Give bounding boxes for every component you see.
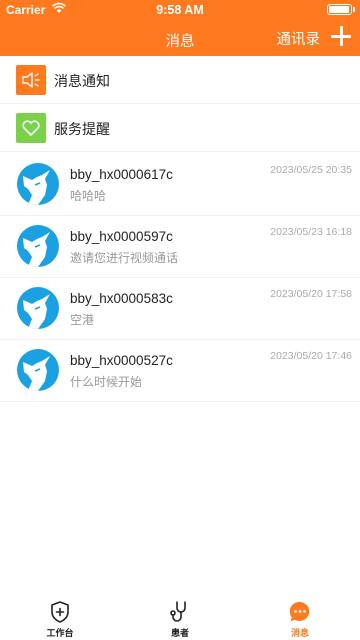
unicorn-icon (23, 170, 50, 205)
shield-plus-icon (51, 601, 69, 623)
chat-last-message: 邀请您进行视频通话 (70, 251, 179, 265)
avatar (17, 225, 59, 267)
heart-icon (16, 113, 46, 143)
chat-timestamp: 2023/05/20 17:58 (270, 288, 352, 300)
chat-name: bby_hx0000527c (70, 353, 173, 368)
chat-last-message: 空港 (70, 313, 95, 327)
chat-timestamp: 2023/05/23 16:18 (270, 226, 352, 238)
chat-list-item[interactable]: bby_hx0000583c 空港 2023/05/20 17:58 (0, 278, 360, 340)
chat-timestamp: 2023/05/20 17:46 (270, 350, 352, 362)
chat-name: bby_hx0000617c (70, 167, 173, 182)
tab-workbench[interactable]: 工作台 (0, 596, 120, 640)
chat-bubble-icon (289, 601, 310, 622)
add-icon[interactable] (331, 26, 351, 46)
chat-name: bby_hx0000597c (70, 229, 173, 244)
unicorn-icon (23, 232, 50, 267)
tab-patients[interactable]: 患者 (120, 596, 240, 640)
tab-label: 消息 (290, 629, 309, 639)
unicorn-icon (23, 294, 50, 329)
status-time: 9:58 AM (156, 3, 204, 17)
contacts-button[interactable]: 通讯录 (277, 28, 321, 49)
tab-messages[interactable]: 消息 (240, 596, 360, 640)
header-bar: Carrier 9:58 AM 消息 通讯录 (0, 0, 360, 56)
speaker-icon (16, 65, 46, 95)
system-row-label: 服务提醒 (54, 122, 110, 138)
system-row-notification[interactable]: 消息通知 (0, 56, 360, 104)
avatar (17, 349, 59, 391)
chat-list-item[interactable]: bby_hx0000597c 邀请您进行视频通话 2023/05/23 16:1… (0, 216, 360, 278)
chat-name: bby_hx0000583c (70, 291, 173, 306)
tab-label: 工作台 (46, 629, 74, 639)
chat-timestamp: 2023/05/25 20:35 (270, 164, 352, 176)
unicorn-icon (23, 356, 50, 391)
chat-list-item[interactable]: bby_hx0000617c 哈哈哈 2023/05/25 20:35 (0, 154, 360, 216)
chat-last-message: 什么时候开始 (70, 375, 143, 389)
avatar (17, 163, 59, 205)
tab-bar: 工作台 患者 消息 (0, 596, 360, 640)
avatar (17, 287, 59, 329)
status-bar: Carrier 9:58 AM (0, 0, 360, 20)
battery-icon (327, 4, 355, 15)
system-row-label: 消息通知 (54, 74, 110, 90)
chat-last-message: 哈哈哈 (70, 189, 107, 203)
system-row-service[interactable]: 服务提醒 (0, 104, 360, 152)
tab-label: 患者 (170, 629, 189, 639)
stethoscope-icon (170, 601, 186, 622)
chat-list-item[interactable]: bby_hx0000527c 什么时候开始 2023/05/20 17:46 (0, 340, 360, 402)
